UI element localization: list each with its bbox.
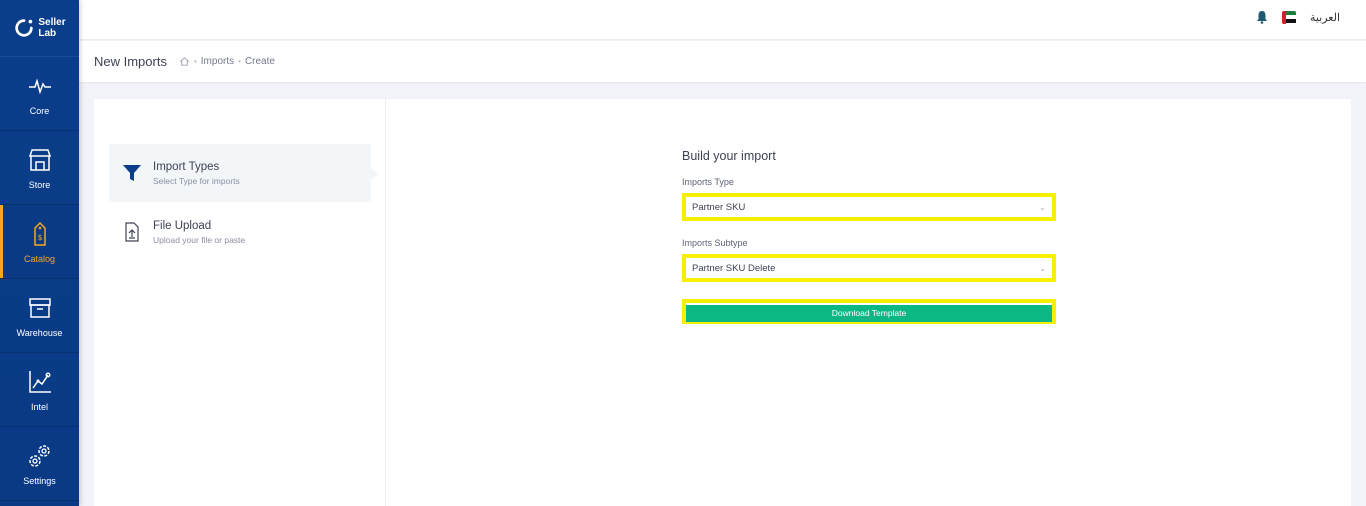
sidebar-item-warehouse[interactable]: Warehouse [0,279,79,353]
file-upload-icon [125,222,139,242]
download-template-highlight: Download Template [682,299,1056,324]
step-title: File Upload [153,219,212,232]
chevron-down-icon: ⌄ [1039,202,1046,212]
import-wizard-card: Import Types Select Type for imports Fil… [94,99,1351,506]
imports-type-label: Imports Type [682,177,734,187]
home-icon[interactable] [179,56,190,67]
sidebar-item-label: Warehouse [16,327,63,338]
breadcrumb-item-create[interactable]: Create [245,56,275,67]
step-title: Import Types [153,160,220,173]
sidebar-item-core[interactable]: Core [0,57,79,131]
logo-text-line2: Lab [38,28,57,39]
imports-subtype-label: Imports Subtype [682,238,748,248]
pulse-icon [28,77,51,94]
imports-type-value: Partner SKU [692,201,746,213]
uae-flag-icon[interactable] [1281,10,1296,24]
price-tag-icon: $ [33,221,46,246]
store-icon [28,148,51,171]
step-file-upload[interactable]: File Upload Upload your file or paste [109,203,371,261]
step-subtitle: Upload your file or paste [153,234,246,245]
topbar: العربية [79,0,1366,40]
sidebar-item-label: Catalog [23,253,56,264]
sidebar-item-intel[interactable]: Intel [0,353,79,427]
sidebar-item-store[interactable]: Store [0,131,79,205]
imports-type-select[interactable]: Partner SKU ⌄ [682,193,1056,221]
logo-ring-icon [15,19,34,37]
sidebar: Seller Lab Core Store $ Catalog Warehous… [0,0,79,506]
chevron-down-icon: ⌄ [1039,263,1046,273]
form-title: Build your import [682,149,776,163]
step-import-types[interactable]: Import Types Select Type for imports [109,144,378,202]
logo-text-line1: Seller [38,17,66,28]
warehouse-icon [28,297,51,318]
funnel-icon [123,165,141,181]
build-import-form: Build your import Imports Type Partner S… [682,149,1056,324]
chart-icon [28,370,51,393]
sidebar-item-catalog[interactable]: $ Catalog [0,205,79,279]
sidebar-item-label: Core [29,105,50,116]
imports-type-group: Imports Type Partner SKU ⌄ [682,177,1056,221]
language-switch[interactable]: العربية [1310,11,1340,24]
sidebar-item-label: Store [28,179,51,190]
svg-text:$: $ [37,233,42,242]
sidebar-item-settings[interactable]: Settings [0,427,79,501]
sidebar-item-label: Settings [23,475,56,486]
subheader: New Imports • Imports • Create [79,41,1366,82]
imports-subtype-value: Partner SKU Delete [692,262,776,274]
breadcrumb-item-imports[interactable]: Imports [201,56,234,67]
breadcrumb-separator: • [238,57,241,66]
topbar-actions: العربية [1256,10,1340,24]
imports-subtype-group: Imports Subtype Partner SKU Delete ⌄ [682,238,1056,282]
bell-icon[interactable] [1256,10,1268,24]
seller-lab-logo[interactable]: Seller Lab [0,0,79,57]
breadcrumb-separator: • [193,57,197,66]
imports-subtype-select[interactable]: Partner SKU Delete ⌄ [682,254,1056,282]
breadcrumb: • Imports • Create [179,56,275,67]
wizard-steps: Import Types Select Type for imports Fil… [94,99,386,506]
page-title: New Imports [94,54,167,69]
step-subtitle: Select Type for imports [153,175,240,186]
download-template-button[interactable]: Download Template [686,304,1052,322]
sidebar-item-label: Intel [30,401,48,412]
gears-icon [28,444,50,467]
